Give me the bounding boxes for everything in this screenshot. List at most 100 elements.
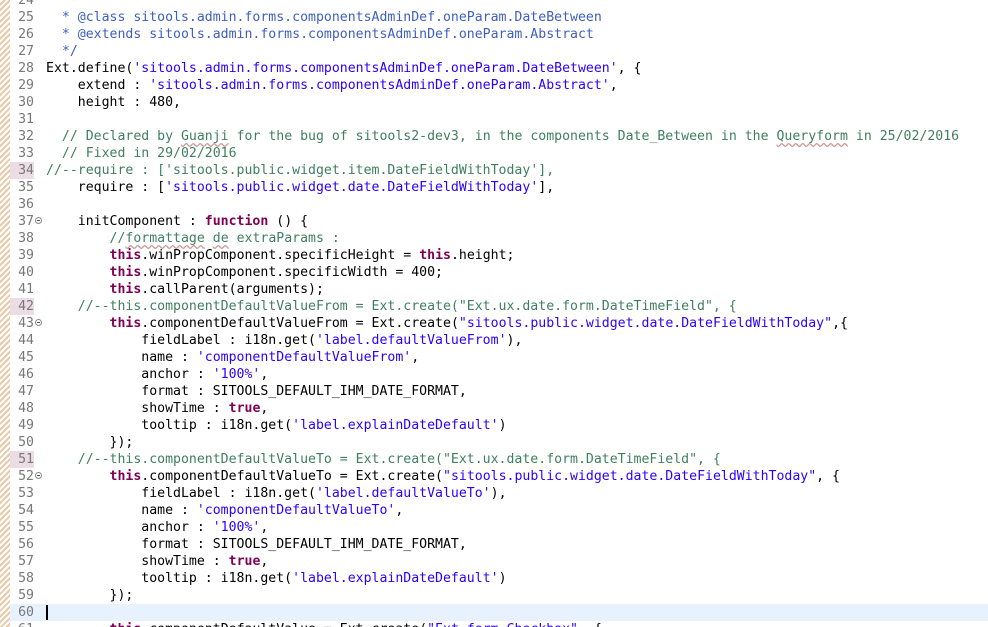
line-number: 36 <box>18 197 34 212</box>
code-line[interactable]: 29 extend : 'sitools.admin.forms.compone… <box>0 77 988 94</box>
change-ruler-marker <box>0 468 10 485</box>
code-text[interactable]: }); <box>46 434 134 451</box>
code-line[interactable]: 53 fieldLabel : i18n.get('label.defaultV… <box>0 485 988 502</box>
code-editor[interactable]: 24 * 25 * @class sitools.admin.forms.comp… <box>0 0 988 627</box>
code-text[interactable]: tooltip : i18n.get('label.explainDateDef… <box>46 417 506 434</box>
line-number: 50 <box>18 435 34 450</box>
code-line[interactable]: 27 */ <box>0 43 988 60</box>
code-text[interactable]: anchor : '100%', <box>46 519 268 536</box>
code-text[interactable]: this.winPropComponent.specificWidth = 40… <box>46 264 443 281</box>
code-line[interactable]: 45 name : 'componentDefaultValueFrom', <box>0 349 988 366</box>
code-line[interactable]: 40 this.winPropComponent.specificWidth =… <box>0 264 988 281</box>
change-ruler-marker <box>0 332 10 349</box>
code-line[interactable]: 49 tooltip : i18n.get('label.explainDate… <box>0 417 988 434</box>
code-text[interactable]: this.callParent(arguments); <box>46 281 324 298</box>
line-number: 47 <box>18 384 34 399</box>
code-text[interactable]: this.componentDefaultValueTo = Ext.creat… <box>46 468 840 485</box>
code-token: , <box>260 520 269 535</box>
code-text[interactable]: showTime : true, <box>46 553 268 570</box>
code-text[interactable]: tooltip : i18n.get('label.explainDateDef… <box>46 570 506 587</box>
code-text[interactable]: this.componentDefaultValueFrom = Ext.cre… <box>46 315 848 332</box>
line-number: 57 <box>18 554 34 569</box>
code-text[interactable]: height : 480, <box>46 94 181 111</box>
code-token: 'componentDefaultValueFrom' <box>196 350 412 365</box>
code-text[interactable]: this.winPropComponent.specificHeight = t… <box>46 247 515 264</box>
code-text[interactable]: Ext.define('sitools.admin.forms.componen… <box>46 60 641 77</box>
code-text[interactable]: extend : 'sitools.admin.forms.components… <box>46 77 618 94</box>
code-text[interactable]: }); <box>46 587 134 604</box>
code-line[interactable]: 54 name : 'componentDefaultValueTo', <box>0 502 988 519</box>
line-number: 26 <box>18 27 34 42</box>
code-line[interactable]: 48 showTime : true, <box>0 400 988 417</box>
code-text[interactable]: initComponent : function () { <box>46 213 308 230</box>
code-line[interactable]: 58 tooltip : i18n.get('label.explainDate… <box>0 570 988 587</box>
code-line[interactable]: 56 format : SITOOLS_DEFAULT_IHM_DATE_FOR… <box>0 536 988 553</box>
code-line[interactable]: 25 * @class sitools.admin.forms.componen… <box>0 9 988 26</box>
code-text[interactable]: name : 'componentDefaultValueTo', <box>46 502 403 519</box>
code-line[interactable]: 38 //formattage de extraParams : <box>0 230 988 247</box>
code-line[interactable]: 24 * <box>0 0 988 9</box>
code-line[interactable]: 34 //--require : ['sitools.public.widget.… <box>0 162 988 179</box>
code-text[interactable]: //--this.componentDefaultValueFrom = Ext… <box>46 298 737 315</box>
code-text[interactable]: format : SITOOLS_DEFAULT_IHM_DATE_FORMAT… <box>46 383 467 400</box>
code-token: // <box>46 231 126 246</box>
code-line[interactable]: 28 Ext.define('sitools.admin.forms.compon… <box>0 60 988 77</box>
text-caret <box>46 605 48 620</box>
fold-toggle-icon[interactable] <box>34 468 44 485</box>
code-line[interactable]: 39 this.winPropComponent.specificHeight … <box>0 247 988 264</box>
code-text[interactable]: //--this.componentDefaultValueTo = Ext.c… <box>46 451 721 468</box>
code-text[interactable]: * <box>46 0 78 9</box>
code-token: .winPropComponent.specificWidth = 400; <box>141 265 443 280</box>
code-token: .height; <box>450 248 515 263</box>
code-text[interactable]: * @extends sitools.admin.forms.component… <box>46 26 594 43</box>
code-text[interactable]: name : 'componentDefaultValueFrom', <box>46 349 419 366</box>
code-line[interactable]: 43 this.componentDefaultValueFrom = Ext.… <box>0 315 988 332</box>
code-line[interactable]: 52 this.componentDefaultValueTo = Ext.cr… <box>0 468 988 485</box>
fold-toggle-icon[interactable] <box>34 213 44 230</box>
code-text[interactable]: //formattage de extraParams : <box>46 230 340 247</box>
code-line[interactable]: 44 fieldLabel : i18n.get('label.defaultV… <box>0 332 988 349</box>
code-line[interactable]: 37 initComponent : function () { <box>0 213 988 230</box>
code-line[interactable]: 47 format : SITOOLS_DEFAULT_IHM_DATE_FOR… <box>0 383 988 400</box>
code-text[interactable]: fieldLabel : i18n.get('label.defaultValu… <box>46 332 522 349</box>
code-token: extraParams : <box>228 231 340 246</box>
code-line[interactable]: 31 <box>0 111 988 128</box>
code-token: "sitools.public.widget.date.DateFieldWit… <box>458 316 833 331</box>
code-text[interactable]: // Fixed in 29/02/2016 <box>46 145 237 162</box>
code-text[interactable]: fieldLabel : i18n.get('label.defaultValu… <box>46 485 506 502</box>
code-token: .callParent(arguments); <box>141 282 324 297</box>
code-line[interactable]: 51 //--this.componentDefaultValueTo = Ex… <box>0 451 988 468</box>
code-text[interactable]: this.componentDefaultValue = Ext.create(… <box>46 621 602 627</box>
code-line[interactable]: 30 height : 480, <box>0 94 988 111</box>
code-line[interactable]: 61 this.componentDefaultValue = Ext.crea… <box>0 621 988 627</box>
change-ruler-marker <box>0 9 10 26</box>
code-text[interactable]: // Declared by Guanji for the bug of sit… <box>46 128 959 145</box>
code-line[interactable]: 60 <box>0 604 988 621</box>
code-token: "Ext.form.Checkbox" <box>427 622 578 627</box>
code-text[interactable]: anchor : '100%', <box>46 366 268 383</box>
code-text[interactable]: //--require : ['sitools.public.widget.it… <box>46 162 554 179</box>
code-line[interactable]: 41 this.callParent(arguments); <box>0 281 988 298</box>
code-line[interactable]: 35 require : ['sitools.public.widget.dat… <box>0 179 988 196</box>
code-line[interactable]: 32 // Declared by Guanji for the bug of … <box>0 128 988 145</box>
code-line[interactable]: 36 <box>0 196 988 213</box>
code-token: , <box>395 503 404 518</box>
line-number: 32 <box>18 129 34 144</box>
code-line[interactable]: 26 * @extends sitools.admin.forms.compon… <box>0 26 988 43</box>
code-text[interactable]: */ <box>46 43 78 60</box>
code-line[interactable]: 57 showTime : true, <box>0 553 988 570</box>
code-line[interactable]: 55 anchor : '100%', <box>0 519 988 536</box>
code-text[interactable]: showTime : true, <box>46 400 268 417</box>
code-text[interactable]: format : SITOOLS_DEFAULT_IHM_DATE_FORMAT… <box>46 536 467 553</box>
code-line[interactable]: 50 }); <box>0 434 988 451</box>
code-text[interactable]: * @class sitools.admin.forms.componentsA… <box>46 9 602 26</box>
code-line[interactable]: 59 }); <box>0 587 988 604</box>
code-line[interactable]: 46 anchor : '100%', <box>0 366 988 383</box>
code-line[interactable]: 42 //--this.componentDefaultValueFrom = … <box>0 298 988 315</box>
spelling-warning-token: formattage <box>125 231 205 246</box>
fold-toggle-icon[interactable] <box>34 315 44 332</box>
line-number: 35 <box>18 180 34 195</box>
code-text[interactable]: require : ['sitools.public.widget.date.D… <box>46 179 554 196</box>
code-line[interactable]: 33 // Fixed in 29/02/2016 <box>0 145 988 162</box>
